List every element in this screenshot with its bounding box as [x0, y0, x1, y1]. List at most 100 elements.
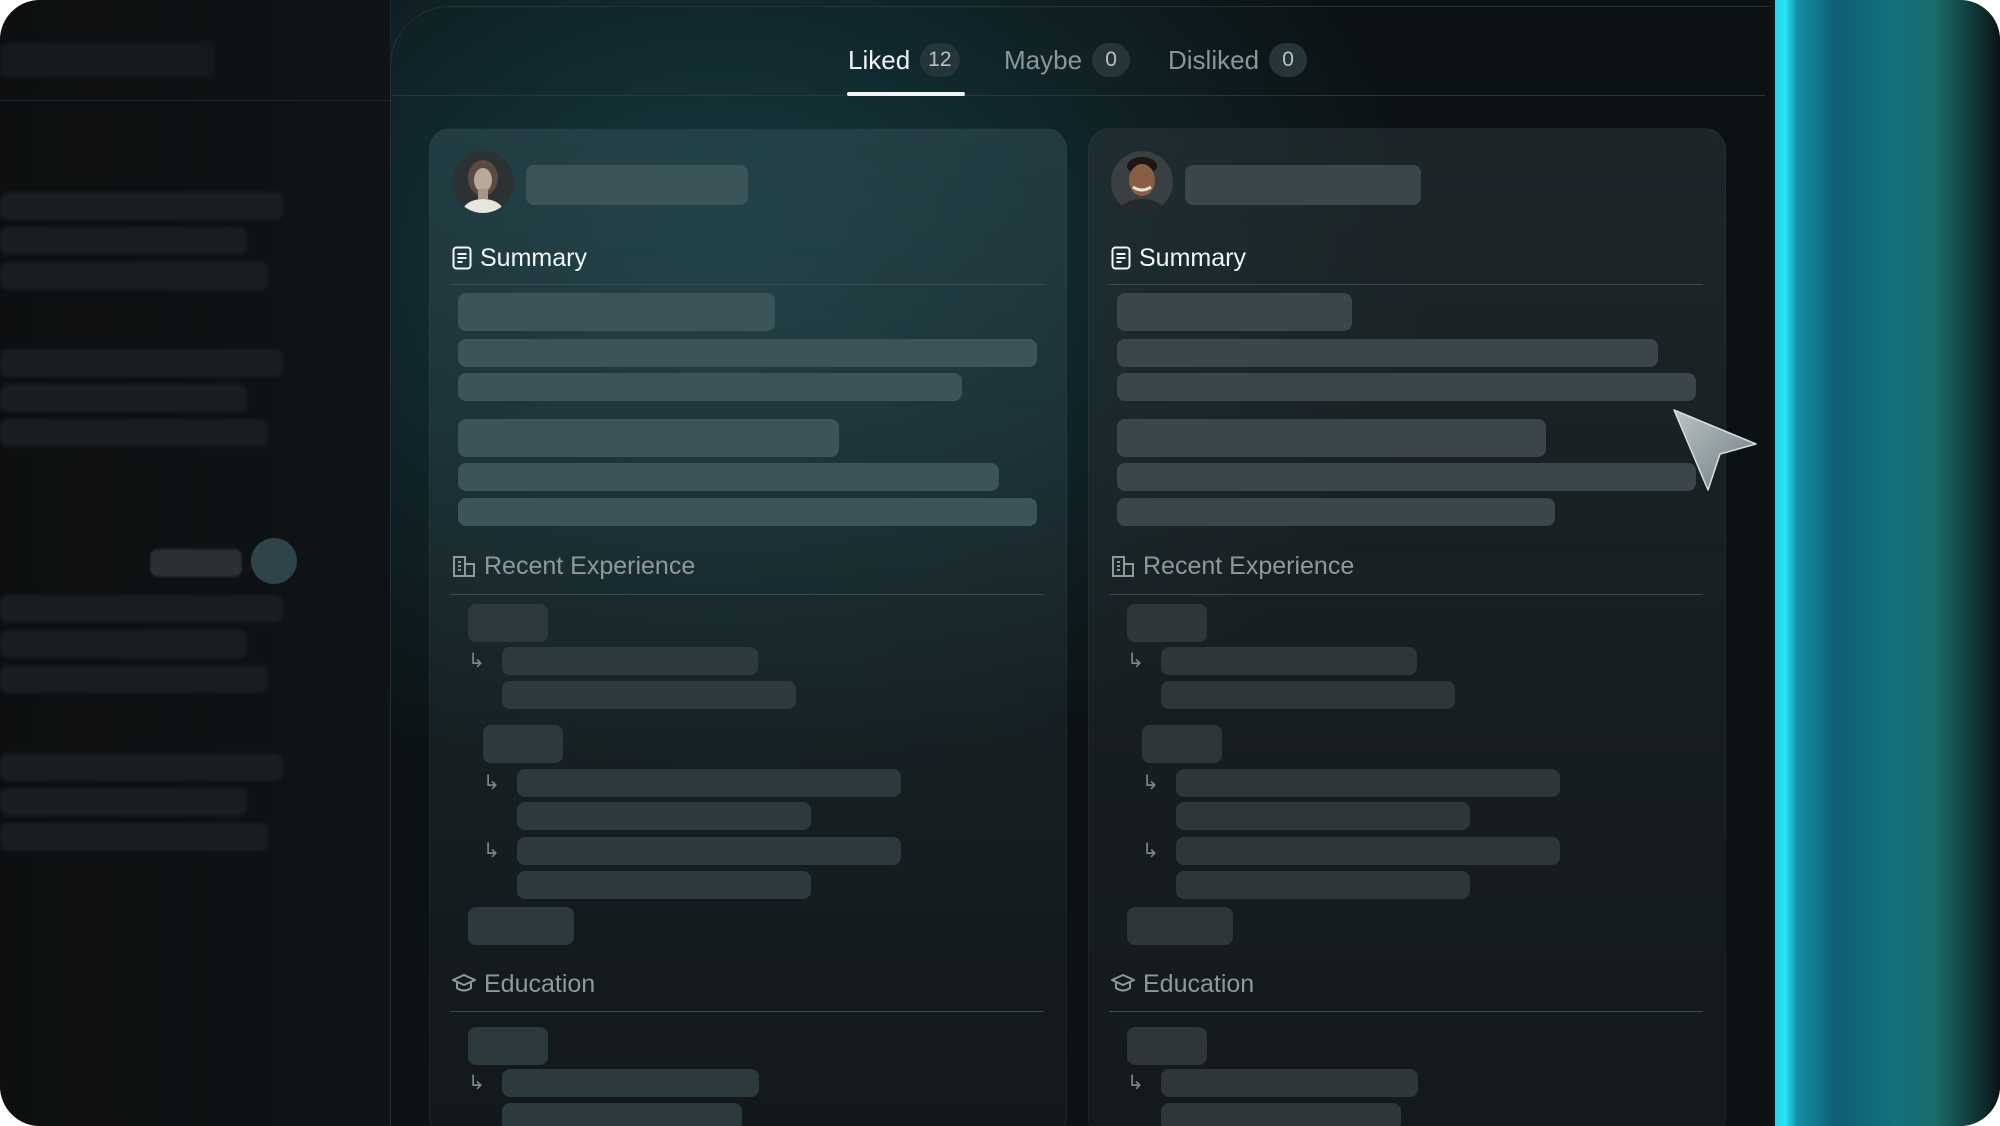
section-divider — [1109, 1011, 1703, 1012]
man-portrait-icon — [1111, 151, 1173, 213]
active-tab-indicator — [847, 92, 965, 96]
company-placeholder — [483, 725, 563, 763]
summary-line — [458, 463, 999, 491]
building-icon — [1112, 556, 1134, 577]
summary-label: Summary — [1139, 243, 1246, 272]
tab-liked-label: Liked — [848, 44, 911, 75]
tab-liked-count: 12 — [920, 43, 960, 77]
tab-maybe-count: 0 — [1092, 43, 1131, 77]
sidebar-search-placeholder[interactable] — [0, 42, 215, 78]
sidebar-item[interactable] — [0, 595, 283, 623]
return-arrow-icon: ↳ — [468, 650, 485, 672]
candidate-card[interactable]: Summary Recent Experience ↳ ↳ ↳ Educatio… — [1088, 128, 1726, 1126]
woman-portrait-icon — [452, 151, 514, 213]
cursor-pointer-icon — [1673, 409, 1757, 491]
summary-line — [458, 373, 962, 401]
experience-label: Recent Experience — [484, 551, 696, 580]
summary-line — [458, 419, 839, 457]
sidebar-divider — [0, 100, 440, 101]
company-placeholder — [1142, 725, 1222, 763]
sidebar-item[interactable] — [0, 192, 283, 220]
role-placeholder — [502, 647, 758, 675]
summary-line — [458, 339, 1037, 367]
degree-placeholder — [502, 1069, 759, 1097]
tab-maybe[interactable]: Maybe 0 — [1004, 40, 1131, 80]
section-divider — [450, 1011, 1044, 1012]
candidate-name-placeholder — [1185, 165, 1421, 205]
degree-placeholder — [1161, 1069, 1418, 1097]
degree-placeholder — [502, 1103, 742, 1126]
role-placeholder — [1176, 769, 1560, 797]
sidebar-pill[interactable] — [150, 549, 242, 577]
company-placeholder — [1127, 907, 1233, 945]
return-arrow-icon: ↳ — [1127, 650, 1144, 672]
section-divider — [450, 594, 1044, 595]
degree-placeholder — [1161, 1103, 1401, 1126]
role-placeholder — [1176, 871, 1470, 899]
return-arrow-icon: ↳ — [1142, 772, 1159, 794]
summary-line — [1117, 339, 1658, 367]
role-placeholder — [1161, 681, 1455, 709]
sidebar — [0, 0, 391, 1126]
role-placeholder — [1176, 837, 1560, 865]
return-arrow-icon: ↳ — [483, 840, 500, 862]
document-icon — [452, 246, 472, 270]
school-placeholder — [468, 1027, 548, 1065]
sidebar-item[interactable] — [0, 665, 268, 693]
tab-maybe-label: Maybe — [1004, 44, 1083, 75]
summary-line — [458, 498, 1037, 526]
building-icon — [453, 556, 475, 577]
sidebar-item[interactable] — [0, 753, 283, 781]
summary-line — [1117, 419, 1546, 457]
education-label: Education — [1143, 969, 1255, 998]
return-arrow-icon: ↳ — [1127, 1072, 1144, 1094]
return-arrow-icon: ↳ — [1142, 840, 1159, 862]
summary-line — [1117, 498, 1555, 526]
company-placeholder — [468, 907, 574, 945]
experience-section-title: Recent Experience — [1111, 549, 1354, 583]
tab-disliked-count: 0 — [1269, 43, 1308, 77]
sidebar-item[interactable] — [0, 630, 247, 658]
role-placeholder — [517, 769, 901, 797]
section-divider — [1109, 594, 1703, 595]
graduation-cap-icon — [452, 974, 476, 992]
education-label: Education — [484, 969, 596, 998]
experience-label: Recent Experience — [1143, 551, 1355, 580]
tabs-divider — [390, 95, 1765, 96]
summary-label: Summary — [480, 243, 587, 272]
summary-line — [1117, 463, 1696, 491]
role-placeholder — [502, 681, 796, 709]
sidebar-avatar[interactable] — [251, 538, 297, 584]
company-placeholder — [1127, 604, 1207, 642]
school-placeholder — [1127, 1027, 1207, 1065]
sidebar-item[interactable] — [0, 384, 247, 412]
role-placeholder — [517, 837, 901, 865]
sidebar-item[interactable] — [0, 823, 268, 851]
tab-disliked[interactable]: Disliked 0 — [1168, 40, 1308, 80]
avatar — [1111, 151, 1173, 213]
avatar — [452, 151, 514, 213]
tab-liked[interactable]: Liked 12 — [848, 40, 960, 80]
section-divider — [450, 284, 1044, 285]
experience-section-title: Recent Experience — [452, 549, 695, 583]
summary-section-title: Summary — [452, 241, 587, 275]
role-placeholder — [1176, 802, 1470, 830]
return-arrow-icon: ↳ — [468, 1072, 485, 1094]
sidebar-item[interactable] — [0, 349, 283, 377]
education-section-title: Education — [452, 967, 595, 1001]
candidate-card[interactable]: Summary Recent Experience ↳ ↳ ↳ Educatio… — [429, 128, 1067, 1126]
role-placeholder — [1161, 647, 1417, 675]
sidebar-item[interactable] — [0, 419, 268, 447]
summary-line — [1117, 373, 1696, 401]
tab-disliked-label: Disliked — [1168, 44, 1260, 75]
accent-glow-edge — [1775, 0, 2000, 1126]
sidebar-item[interactable] — [0, 227, 247, 255]
graduation-cap-icon — [1111, 974, 1135, 992]
sidebar-item[interactable] — [0, 262, 268, 290]
summary-section-title: Summary — [1111, 241, 1246, 275]
company-placeholder — [468, 604, 548, 642]
document-icon — [1111, 246, 1131, 270]
sidebar-item[interactable] — [0, 788, 247, 816]
role-placeholder — [517, 871, 811, 899]
summary-line — [458, 293, 775, 331]
